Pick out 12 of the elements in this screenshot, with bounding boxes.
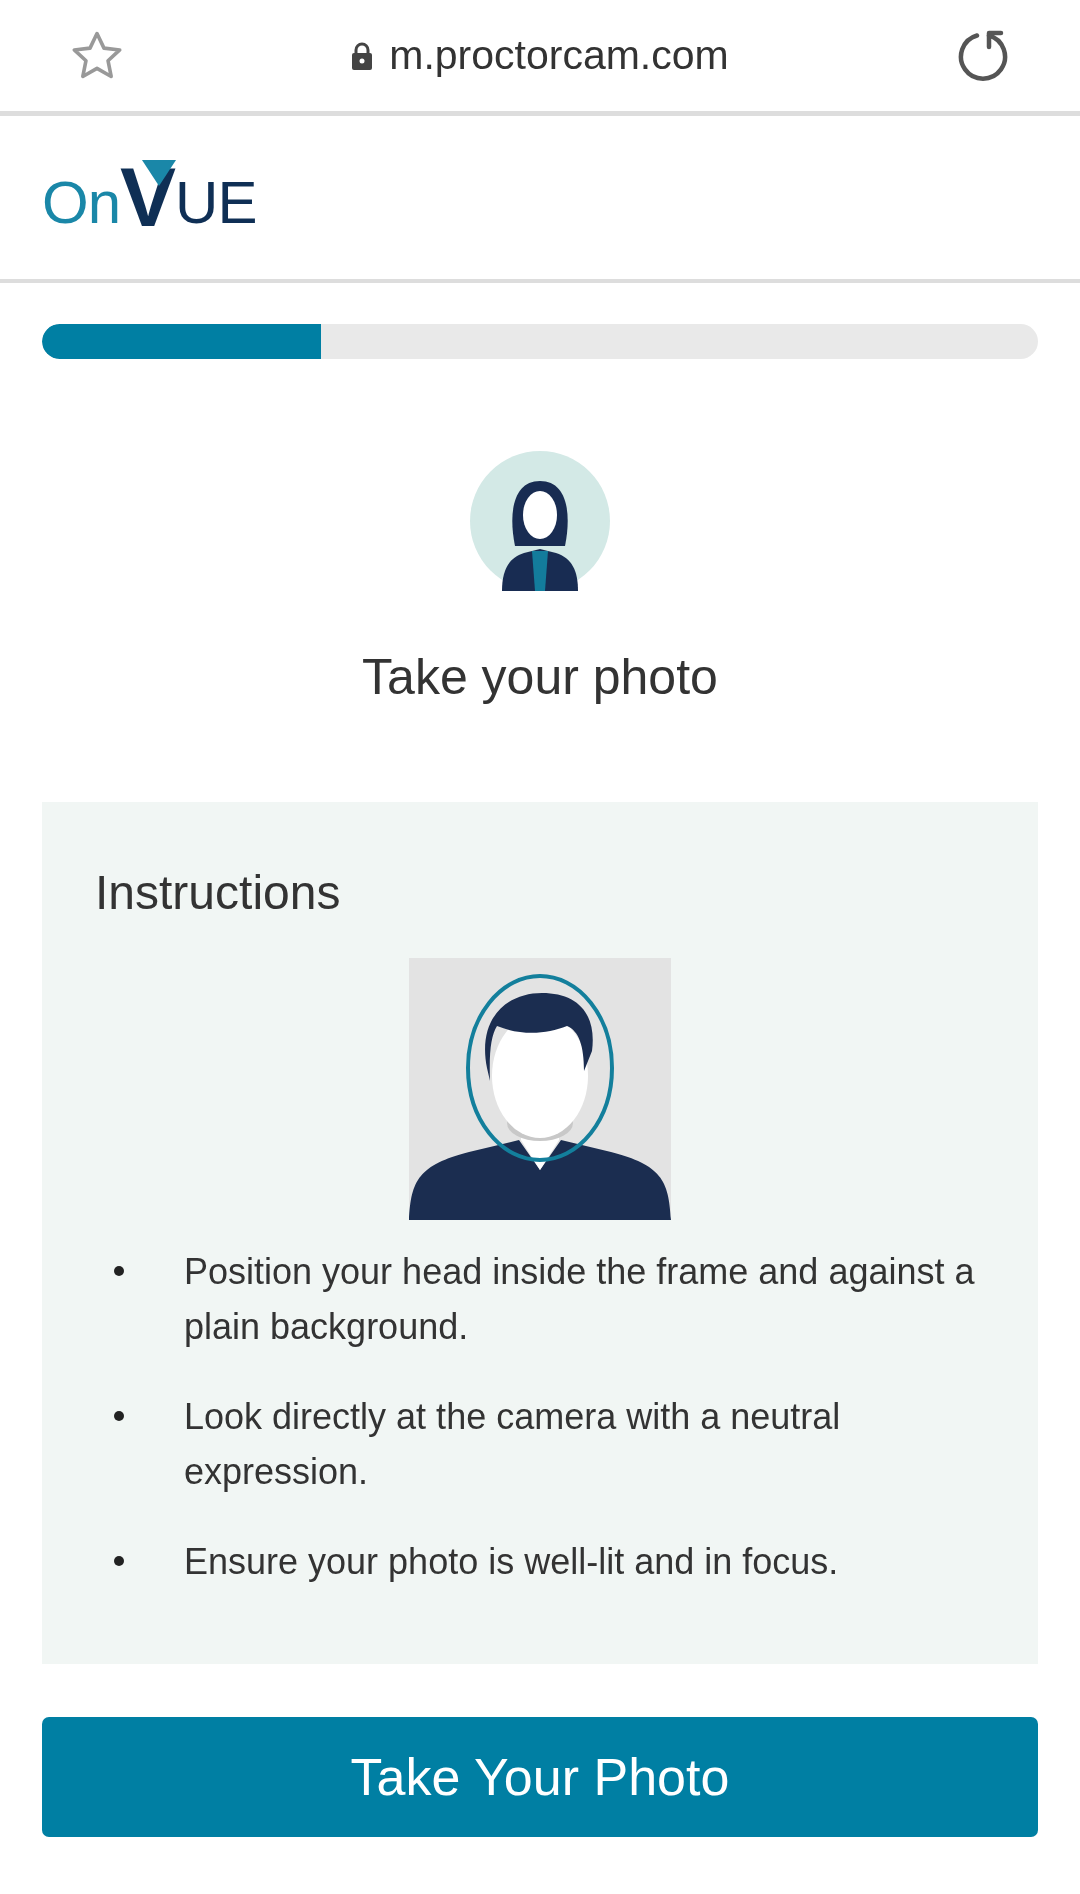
bullet-icon bbox=[114, 1265, 124, 1276]
take-photo-button[interactable]: Take Your Photo bbox=[42, 1716, 1038, 1837]
url-text: m.proctorcam.com bbox=[389, 30, 729, 80]
panel-title: Instructions bbox=[95, 865, 342, 921]
bullet-icon bbox=[114, 1410, 124, 1421]
page-heading: Take your photo bbox=[361, 648, 719, 707]
reload-icon[interactable] bbox=[956, 28, 1010, 83]
instruction-text: Look directly at the camera with a neutral expression. bbox=[184, 1394, 842, 1494]
instruction-text: Position your head inside the frame and against a plain background. bbox=[184, 1249, 976, 1349]
person-avatar-icon bbox=[470, 451, 610, 591]
bullet-icon bbox=[114, 1555, 124, 1566]
instruction-text: Ensure your photo is well-lit and in focus. bbox=[184, 1539, 839, 1584]
